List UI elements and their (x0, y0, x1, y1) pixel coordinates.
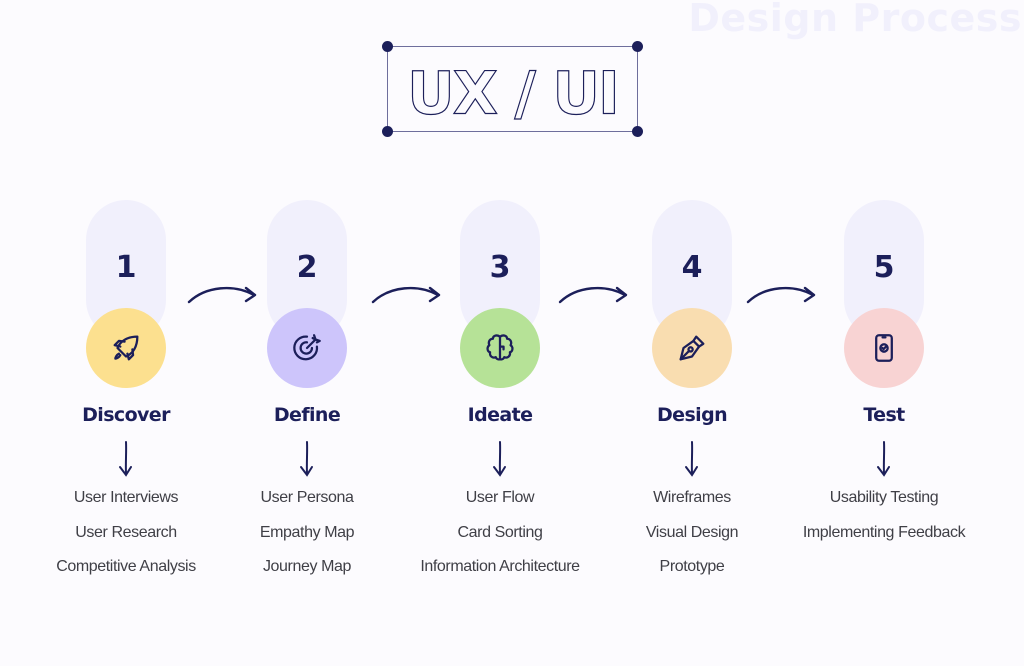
brain-icon (486, 334, 514, 361)
target-icon (293, 334, 321, 361)
step-icon-circle (460, 308, 540, 388)
step-label: Ideate (467, 404, 533, 426)
step-icon-circle (267, 308, 347, 388)
curved-arrow-icon (746, 286, 816, 304)
list-item: Usability Testing (829, 489, 939, 506)
step-icon-circle (844, 308, 924, 388)
step-label: Test (863, 404, 905, 426)
title-frame: UX / UI (382, 41, 643, 137)
step-number: 3 (489, 250, 511, 285)
pen-nib-icon (679, 335, 705, 361)
title-text: UX / UI (407, 59, 618, 127)
arrow-down-icon (119, 441, 132, 477)
arrow-down-icon (300, 441, 313, 477)
step-label: Design (656, 404, 728, 426)
arrow-down-icon (493, 441, 506, 477)
curved-arrow-icon (187, 286, 257, 304)
step-number: 2 (296, 250, 318, 285)
step-label: Discover (82, 404, 170, 426)
arrow-down-icon (877, 441, 890, 477)
step-number: 5 (873, 250, 895, 285)
phone-check-icon (875, 334, 893, 362)
arrow-down-icon (685, 441, 698, 477)
step-label: Define (273, 404, 341, 426)
title-outline-text: UX / UI (407, 59, 621, 128)
curved-arrow-icon (558, 286, 628, 304)
list-item: Prototype (659, 558, 725, 575)
rocket-icon (113, 335, 139, 361)
curved-arrow-icon (371, 286, 441, 304)
step-number: 1 (115, 250, 137, 285)
list-item: Implementing Feedback (802, 523, 966, 541)
watermark-title: Design Process (688, 0, 1022, 40)
step-number: 4 (681, 250, 703, 285)
step-icon-circle (652, 308, 732, 388)
step-icon-circle (86, 308, 166, 388)
step-items: Usability Testing Implementing Feedback (764, 488, 1004, 557)
